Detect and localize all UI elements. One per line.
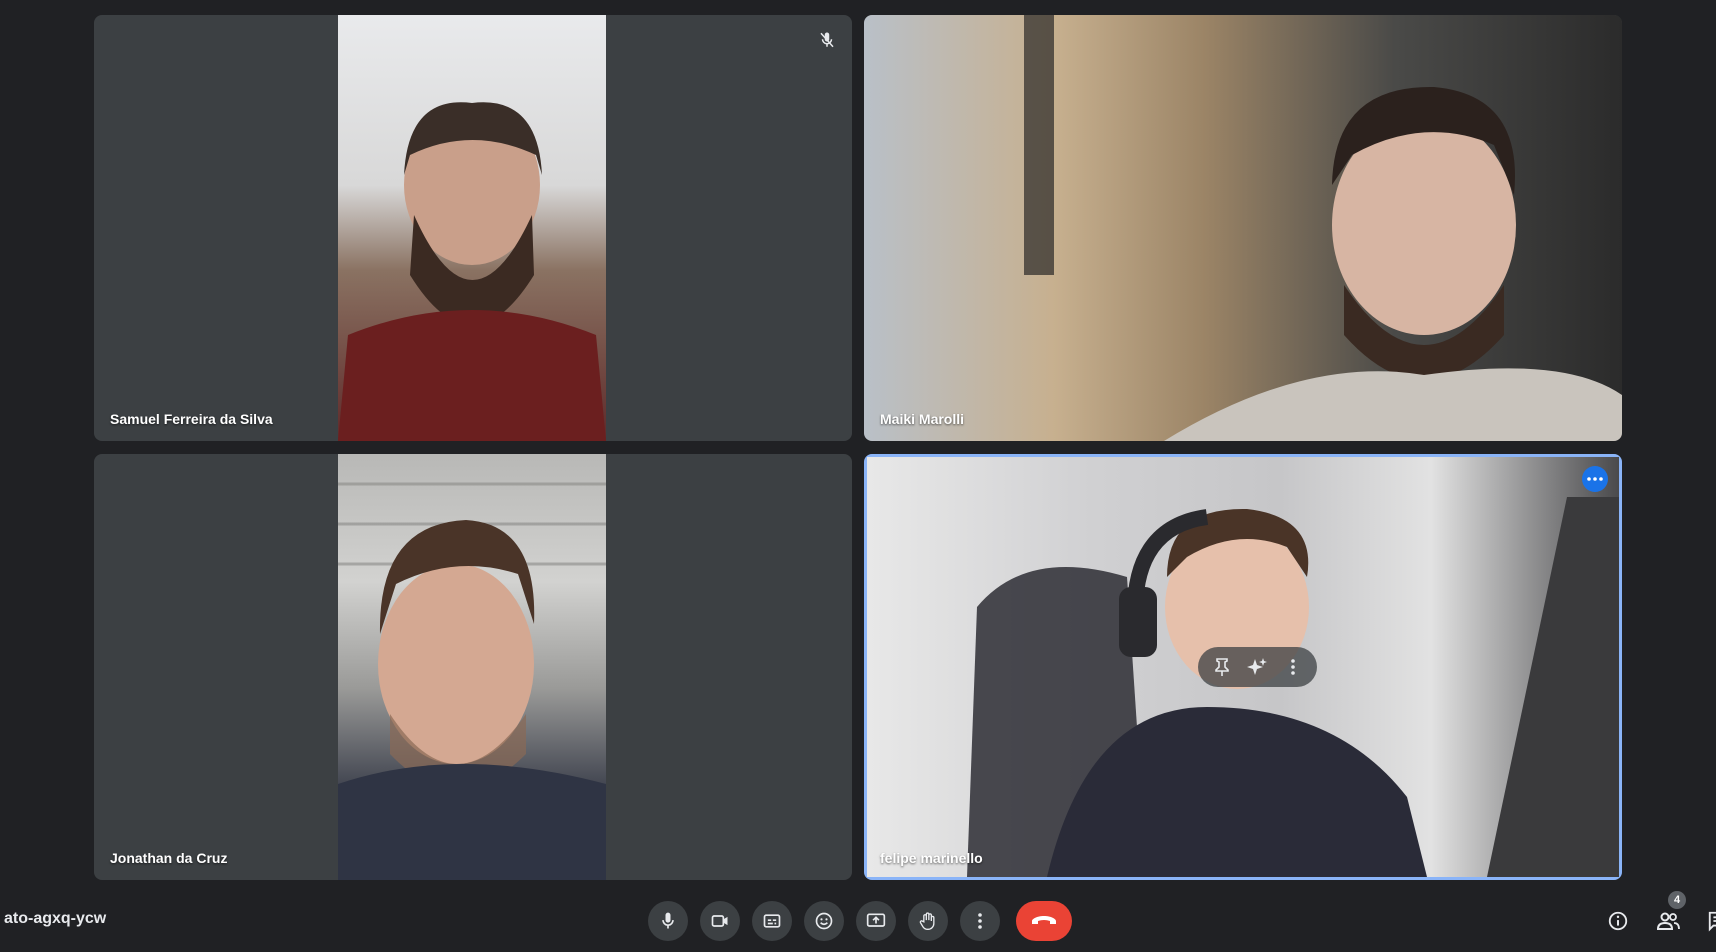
present-screen-button[interactable] (856, 901, 896, 941)
camera-icon (711, 915, 728, 927)
more-options-badge-icon[interactable] (1582, 466, 1608, 492)
side-controls: 4 (1598, 891, 1716, 941)
call-controls (648, 901, 1072, 941)
more-vert-icon (978, 913, 982, 929)
participant-video (338, 454, 606, 880)
meeting-code: ato-agxq-ycw (4, 910, 107, 927)
more-options-button[interactable] (960, 901, 1000, 941)
more-vert-icon[interactable] (1280, 654, 1306, 680)
captions-icon (763, 914, 781, 928)
tile-hover-controls (1198, 647, 1317, 687)
participant-name: felipe marinello (880, 850, 983, 866)
raise-hand-button[interactable] (908, 901, 948, 941)
present-icon (866, 913, 886, 927)
emoji-reactions-button[interactable] (804, 901, 844, 941)
chat-button[interactable] (1698, 901, 1716, 941)
emoji-icon (815, 912, 833, 930)
captions-button[interactable] (752, 901, 792, 941)
visual-effects-icon[interactable] (1244, 654, 1270, 680)
info-icon (1608, 911, 1628, 931)
people-icon (1656, 912, 1680, 930)
participant-tile-jonathan[interactable]: Jonathan da Cruz (94, 454, 852, 880)
meeting-controls-bar: ato-agxq-ycw 4 (0, 890, 1716, 952)
participant-tile-maiki[interactable]: Maiki Marolli (864, 15, 1622, 441)
participant-video (338, 15, 606, 441)
muted-mic-icon (814, 27, 840, 53)
participant-tile-felipe[interactable]: felipe marinello (864, 454, 1622, 880)
hand-icon (919, 912, 935, 930)
participant-video (864, 15, 1622, 441)
hang-up-icon (1032, 916, 1056, 924)
pin-icon[interactable] (1209, 654, 1235, 680)
camera-button[interactable] (700, 901, 740, 941)
chat-icon (1708, 911, 1716, 932)
participant-name: Maiki Marolli (880, 411, 965, 427)
microphone-button[interactable] (648, 901, 688, 941)
participant-tile-samuel[interactable]: Samuel Ferreira da Silva (94, 15, 852, 441)
leave-call-button[interactable] (1016, 901, 1072, 941)
people-count-badge: 4 (1668, 891, 1686, 909)
participant-name: Samuel Ferreira da Silva (110, 411, 273, 427)
people-button[interactable]: 4 (1648, 891, 1688, 941)
mic-icon (662, 912, 674, 929)
meeting-details-button[interactable] (1598, 901, 1638, 941)
participant-name: Jonathan da Cruz (110, 850, 228, 866)
